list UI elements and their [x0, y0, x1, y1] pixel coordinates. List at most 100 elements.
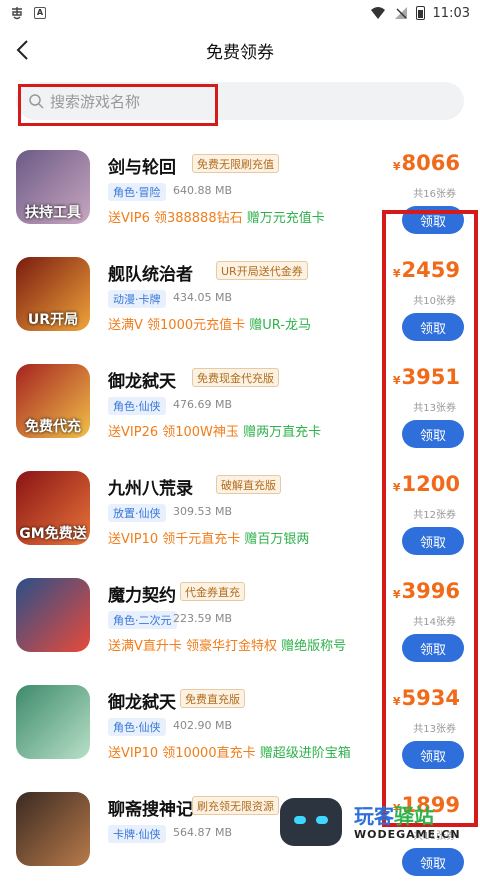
coupon-count: 共12张券 — [413, 510, 456, 521]
wifi-icon — [370, 7, 385, 19]
a-notification-icon: A — [34, 7, 46, 19]
currency-symbol: ¥ — [392, 588, 401, 601]
coupon-count: 共10张券 — [413, 296, 456, 307]
no-signal-icon — [394, 7, 407, 19]
game-size: 476.69 MB — [173, 398, 233, 411]
coupon-value: ¥2459 — [393, 258, 460, 282]
coupon-value: ¥3951 — [393, 365, 460, 389]
game-promo-tag: 刷充领无限资源 — [192, 796, 279, 815]
search-section: 搜索游戏名称 — [0, 74, 480, 134]
coupon-count: 共14张券 — [413, 617, 456, 628]
coupon-amount: 2459 — [401, 258, 460, 282]
game-promo-tag: UR开局送代金券 — [216, 261, 308, 280]
game-name[interactable]: 九州八荒录 — [108, 474, 193, 499]
game-perks: 送VIP26 领100W神玉 赠两万直充卡 — [108, 421, 321, 440]
perk-orange-text: 送VIP10 领千元直充卡 — [108, 532, 241, 547]
robot-logo-icon — [280, 798, 342, 846]
coupon-count: 共16张券 — [413, 189, 456, 200]
perk-green-text: 赠超级进阶宝箱 — [259, 746, 351, 761]
game-perks: 送VIP10 领千元直充卡 赠百万银两 — [108, 528, 309, 547]
game-icon-overlay-text: 扶持工具 — [25, 205, 81, 221]
coupon-amount: 3996 — [401, 579, 460, 603]
coupon-count: 共13张券 — [413, 724, 456, 735]
perk-green-text: 赠绝版称号 — [281, 639, 347, 654]
currency-symbol: ¥ — [392, 267, 401, 280]
status-time: 11:03 — [432, 5, 470, 21]
currency-symbol: ¥ — [392, 160, 401, 173]
game-size: 223.59 MB — [173, 612, 233, 625]
coupon-count: 共13张券 — [413, 403, 456, 414]
game-size: 434.05 MB — [173, 291, 233, 304]
page-title: 免费领券 — [206, 42, 274, 63]
game-promo-tag: 破解直充版 — [216, 475, 281, 494]
claim-button[interactable]: 领取 — [402, 420, 464, 448]
battery-icon — [415, 6, 425, 20]
perk-green-text: 赠两万直充卡 — [243, 425, 322, 440]
game-name[interactable]: 剑与轮回 — [108, 153, 176, 178]
game-icon[interactable]: UR开局 — [16, 257, 90, 331]
watermark-brand: 玩客驿站 — [354, 804, 434, 828]
perk-orange-text: 送VIP26 领100W神玉 — [108, 425, 239, 440]
game-list-item[interactable]: 扶持工具 剑与轮回 免费无限刷充值 角色·冒险 640.88 MB 送VIP6 … — [0, 145, 480, 252]
game-size: 564.87 MB — [173, 826, 233, 839]
game-promo-tag: 免费无限刷充值 — [192, 154, 279, 173]
game-list-item[interactable]: 魔力契约 代金券直充 角色·二次元 223.59 MB 送满V直升卡 领豪华打金… — [0, 573, 480, 680]
game-name[interactable]: 聊斋搜神记 — [108, 795, 193, 820]
game-list: 扶持工具 剑与轮回 免费无限刷充值 角色·冒险 640.88 MB 送VIP6 … — [0, 145, 480, 894]
claim-button[interactable]: 领取 — [402, 741, 464, 769]
perk-green-text: 赠百万银两 — [244, 532, 310, 547]
game-icon-overlay-text: UR开局 — [27, 312, 79, 328]
claim-button[interactable]: 领取 — [402, 527, 464, 555]
search-icon — [29, 94, 44, 109]
game-list-item[interactable]: 免费代充 御龙弑天 免费现金代充版 角色·仙侠 476.69 MB 送VIP26… — [0, 359, 480, 466]
game-perks: 送VIP6 领388888钻石 赠万元充值卡 — [108, 207, 325, 226]
game-name[interactable]: 御龙弑天 — [108, 688, 176, 713]
game-icon-overlay-text: GM免费送 — [19, 526, 87, 542]
game-icon[interactable]: 免费代充 — [16, 364, 90, 438]
claim-button[interactable]: 领取 — [402, 634, 464, 662]
currency-symbol: ¥ — [392, 695, 401, 708]
coupon-amount: 3951 — [401, 365, 460, 389]
game-list-item[interactable]: GM免费送 九州八荒录 破解直充版 放置·仙侠 309.53 MB 送VIP10… — [0, 466, 480, 573]
game-icon[interactable]: GM免费送 — [16, 471, 90, 545]
perk-orange-text: 送VIP10 领10000直充卡 — [108, 746, 256, 761]
game-category-badge: 角色·二次元 — [108, 611, 177, 629]
claim-button[interactable]: 领取 — [402, 313, 464, 341]
page-header: 免费领券 — [0, 26, 480, 74]
game-promo-tag: 代金券直充 — [180, 582, 245, 601]
perk-orange-text: 送满V 领1000元充值卡 — [108, 318, 246, 333]
game-list-item[interactable]: 御龙弑天 免费直充版 角色·仙侠 402.90 MB 送VIP10 领10000… — [0, 680, 480, 787]
game-category-badge: 角色·冒险 — [108, 183, 166, 201]
claim-button[interactable]: 领取 — [402, 848, 464, 876]
game-promo-tag: 免费现金代充版 — [192, 368, 279, 387]
game-icon[interactable]: 扶持工具 — [16, 150, 90, 224]
game-perks: 送VIP10 领10000直充卡 赠超级进阶宝箱 — [108, 742, 351, 761]
game-category-badge: 角色·仙侠 — [108, 397, 166, 415]
game-category-badge: 动漫·卡牌 — [108, 290, 166, 308]
game-icon[interactable] — [16, 578, 90, 652]
game-perks: 送满V直升卡 领豪华打金特权 赠绝版称号 — [108, 635, 346, 654]
game-name[interactable]: 御龙弑天 — [108, 367, 176, 392]
game-icon[interactable] — [16, 685, 90, 759]
search-input[interactable]: 搜索游戏名称 — [16, 82, 464, 120]
game-promo-tag: 免费直充版 — [180, 689, 245, 708]
back-arrow-icon[interactable] — [12, 38, 36, 62]
status-bar: A 11:03 — [0, 0, 480, 26]
game-size: 402.90 MB — [173, 719, 233, 732]
game-list-item[interactable]: UR开局 舰队统治者 UR开局送代金券 动漫·卡牌 434.05 MB 送满V … — [0, 252, 480, 359]
perk-green-text: 赠万元充值卡 — [246, 211, 325, 226]
coupon-amount: 5934 — [401, 686, 460, 710]
coupon-value: ¥5934 — [393, 686, 460, 710]
game-category-badge: 卡牌·仙侠 — [108, 825, 166, 843]
claim-button[interactable]: 领取 — [402, 206, 464, 234]
game-icon[interactable] — [16, 792, 90, 866]
coupon-value: ¥3996 — [393, 579, 460, 603]
game-category-badge: 角色·仙侠 — [108, 718, 166, 736]
watermark-domain: WODEGAME.CN — [354, 828, 461, 841]
coupon-value: ¥1200 — [393, 472, 460, 496]
search-placeholder: 搜索游戏名称 — [50, 92, 141, 111]
coupon-amount: 8066 — [401, 151, 460, 175]
game-name[interactable]: 舰队统治者 — [108, 260, 193, 285]
game-name[interactable]: 魔力契约 — [108, 581, 176, 606]
currency-symbol: ¥ — [392, 481, 401, 494]
